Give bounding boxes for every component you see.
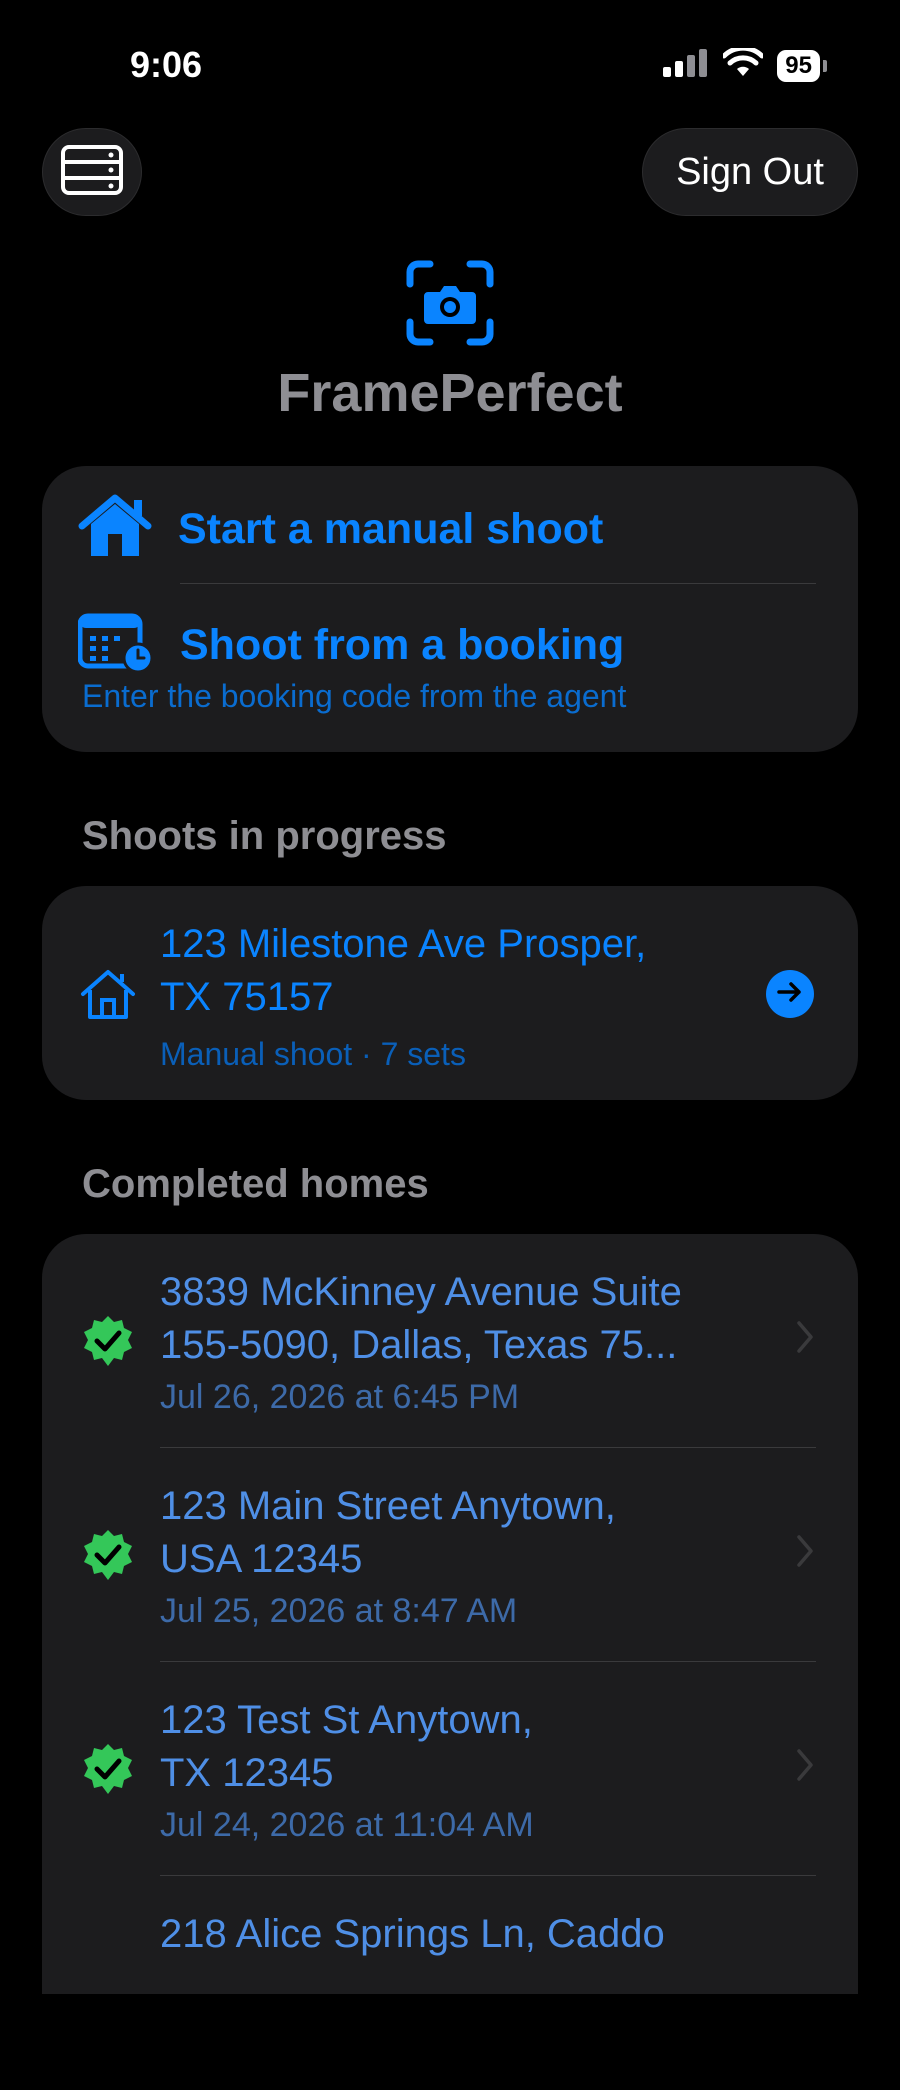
address-line-2: TX 12345 — [160, 1751, 334, 1795]
address-line-1: 218 Alice Springs Ln, Caddo — [160, 1912, 665, 1956]
battery-indicator: 95 — [777, 49, 827, 82]
chevron-right-icon — [796, 1748, 814, 1787]
verified-check-icon — [80, 1742, 136, 1803]
shoot-from-booking-subtitle: Enter the booking code from the agent — [82, 678, 627, 714]
address-line-2: TX 75157 — [160, 975, 334, 1019]
address-line-1: 3839 McKinney Avenue Suite — [160, 1270, 682, 1314]
calendar-clock-icon — [77, 612, 154, 679]
chevron-right-icon — [796, 1320, 814, 1359]
shoot-from-booking-label: Shoot from a booking — [180, 621, 625, 669]
cellular-signal-icon — [663, 49, 709, 82]
completed-address: 218 Alice Springs Ln, Caddo — [160, 1908, 720, 1961]
house-outline-icon — [80, 968, 136, 1025]
completed-date: Jul 24, 2026 at 11:04 AM — [160, 1806, 534, 1844]
completed-list: 3839 McKinney Avenue Suite 155-5090, Dal… — [42, 1234, 858, 1994]
house-icon — [78, 494, 152, 565]
completed-address: 123 Main Street Anytown, USA 12345 — [160, 1480, 720, 1586]
address-line-1: 123 Milestone Ave Prosper, — [160, 922, 647, 966]
address-line-1: 123 Main Street Anytown, — [160, 1484, 616, 1528]
wifi-icon — [721, 45, 765, 83]
completed-date: Jul 25, 2026 at 8:47 AM — [160, 1592, 518, 1630]
completed-item[interactable]: 123 Test St Anytown, TX 12345 Jul 24, 20… — [42, 1662, 858, 1876]
start-manual-shoot-label: Start a manual shoot — [178, 505, 604, 553]
sign-out-button[interactable]: Sign Out — [642, 128, 858, 216]
start-manual-shoot-button[interactable]: Start a manual shoot — [78, 494, 603, 565]
status-bar: 9:06 95 — [0, 0, 900, 120]
completed-header: Completed homes — [82, 1162, 429, 1206]
completed-item[interactable]: 3839 McKinney Avenue Suite 155-5090, Dal… — [42, 1234, 858, 1448]
menu-button[interactable] — [42, 128, 142, 216]
divider — [180, 583, 816, 584]
address-line-1: 123 Test St Anytown, — [160, 1698, 533, 1742]
in-progress-header: Shoots in progress — [82, 814, 447, 858]
address-line-2: 155-5090, Dallas, Texas 75... — [160, 1323, 678, 1367]
chevron-right-icon — [796, 1534, 814, 1573]
arrow-right-icon — [777, 981, 803, 1008]
continue-arrow-button[interactable] — [766, 970, 814, 1018]
app-title: FramePerfect — [277, 363, 623, 423]
completed-address: 3839 McKinney Avenue Suite 155-5090, Dal… — [160, 1266, 720, 1372]
completed-item[interactable]: 218 Alice Springs Ln, Caddo — [42, 1876, 858, 2090]
in-progress-item[interactable]: 123 Milestone Ave Prosper, TX 75157 Manu… — [42, 886, 858, 1100]
in-progress-address: 123 Milestone Ave Prosper, TX 75157 — [160, 918, 720, 1024]
shoot-from-booking-button[interactable]: Shoot from a booking — [77, 612, 625, 679]
verified-check-icon — [80, 1528, 136, 1589]
status-icons: 95 — [663, 45, 827, 83]
verified-check-icon — [80, 1314, 136, 1375]
server-rack-icon — [61, 144, 123, 200]
in-progress-subtitle: Manual shoot · 7 sets — [160, 1036, 466, 1072]
completed-item[interactable]: 123 Main Street Anytown, USA 12345 Jul 2… — [42, 1448, 858, 1662]
actions-card: Start a manual shoot Shoot from a bookin… — [42, 466, 858, 752]
address-line-2: USA 12345 — [160, 1537, 363, 1581]
camera-viewfinder-icon — [406, 260, 494, 346]
completed-address: 123 Test St Anytown, TX 12345 — [160, 1694, 720, 1800]
completed-date: Jul 26, 2026 at 6:45 PM — [160, 1378, 520, 1416]
status-time: 9:06 — [130, 44, 203, 85]
